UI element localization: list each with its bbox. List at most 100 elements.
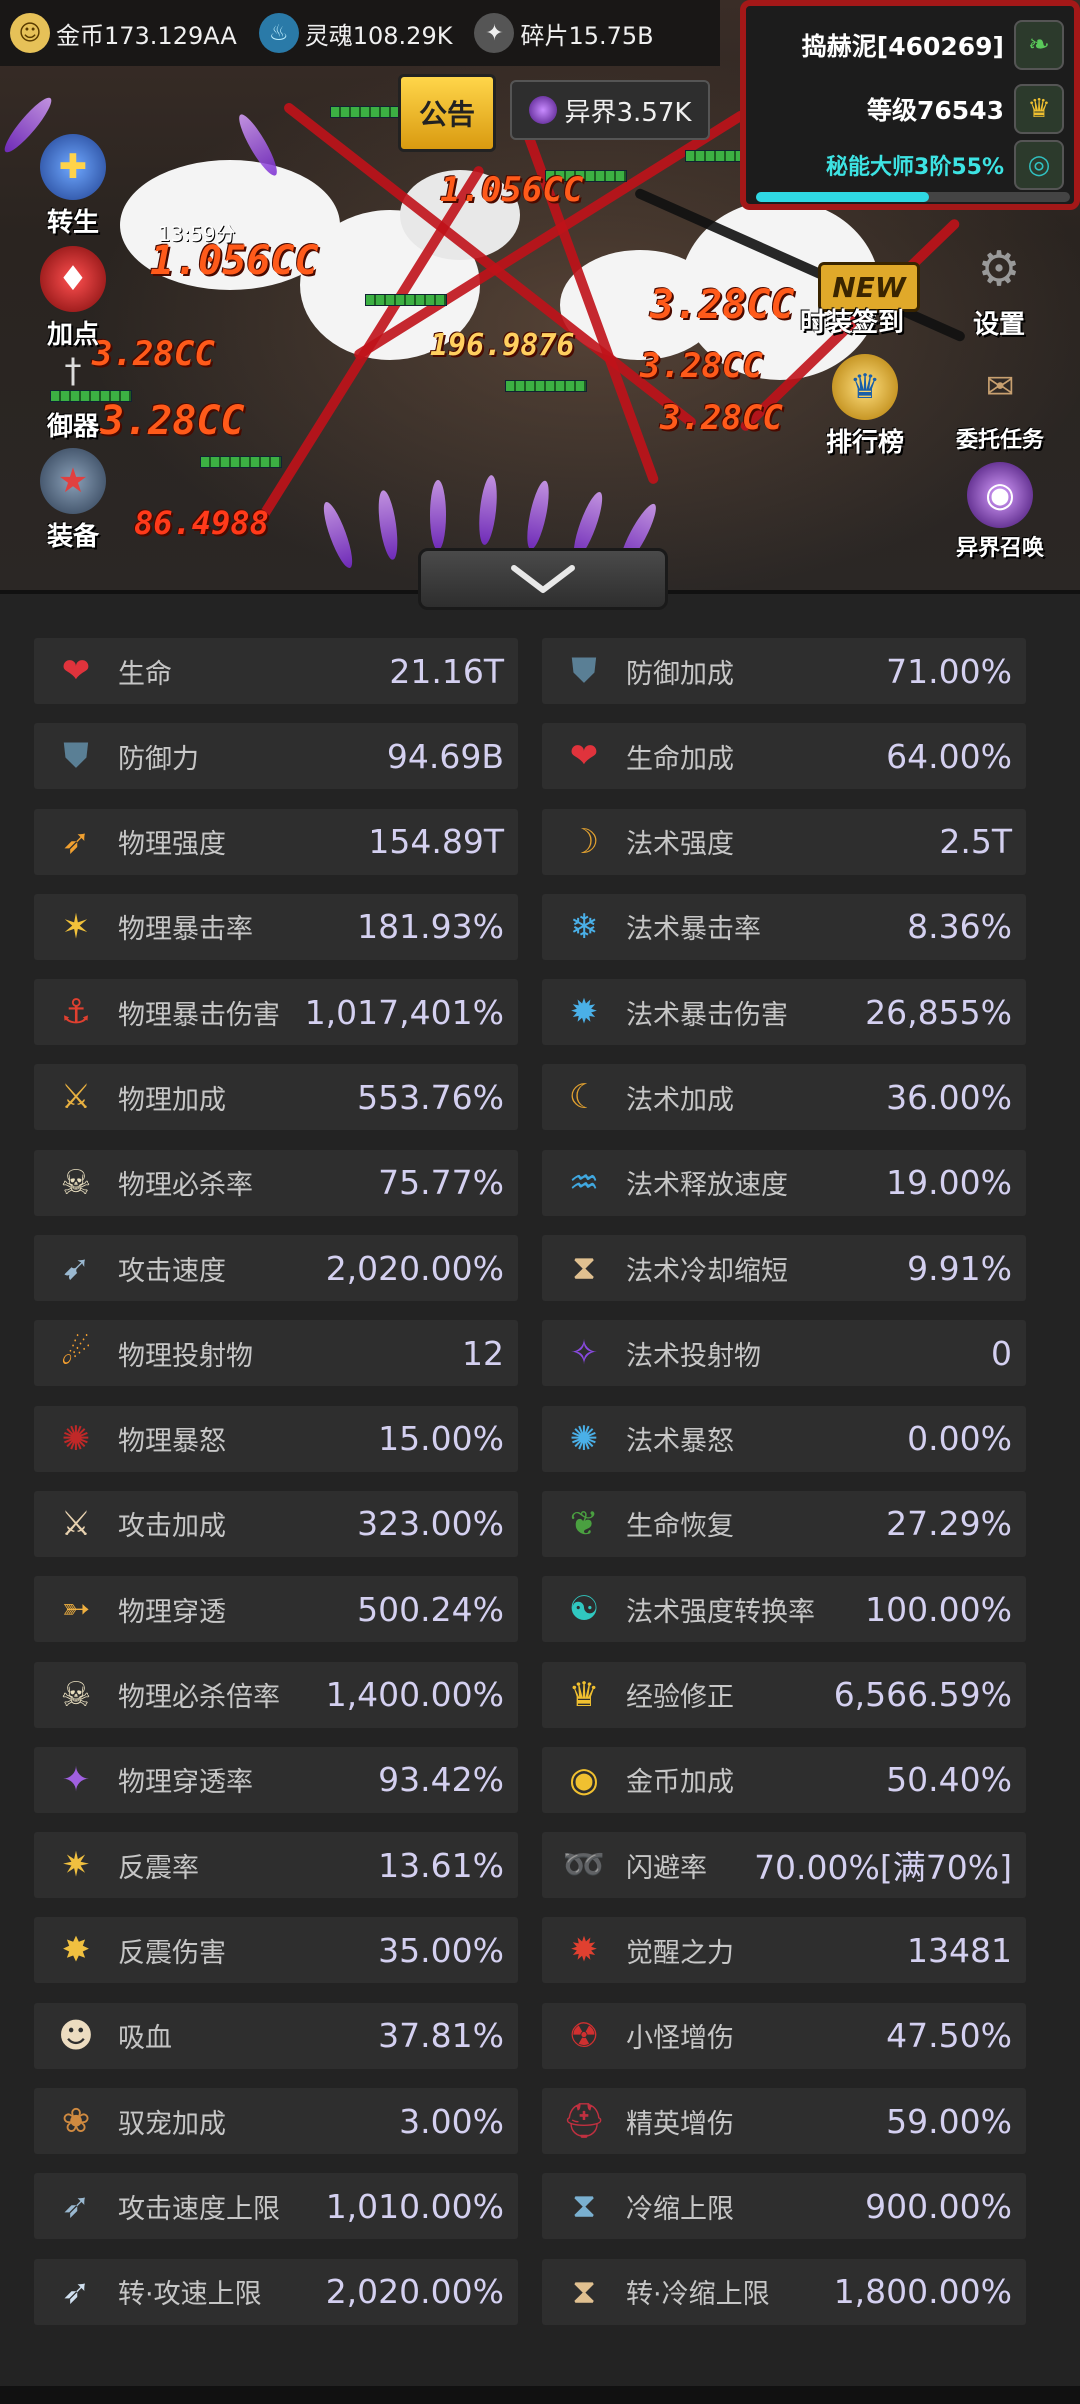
otherworld-summon-label: 异界召唤 [956, 536, 1045, 561]
timer-label: 13:59分 [158, 222, 236, 246]
stat-label: 物理强度 [118, 829, 226, 861]
stat-label: 精英增伤 [626, 2108, 734, 2140]
rebirth-label: 转生 [46, 208, 99, 238]
soul-amount: 灵魂108.29K [304, 21, 453, 50]
stat-row: ⛊ 防御力 94.69B [34, 723, 518, 790]
stat-row: ⚔ 攻击加成 323.00% [34, 1490, 518, 1557]
battle-scene: 1.056CC 1.056CC 196.9876 3.28CC 3.28CC 3… [0, 0, 1080, 590]
stat-value: 100.00% [865, 1589, 1012, 1629]
crit-damage-icon: ⚓ [60, 992, 92, 1033]
equipment-button[interactable]: ★ 装备 [40, 448, 106, 553]
notice-button[interactable]: 公告 [398, 74, 496, 152]
stat-value: 15.00% [378, 1419, 504, 1459]
stat-value: 50.40% [886, 1760, 1012, 1800]
shard-amount: 碎片15.75B [520, 21, 654, 50]
stat-label: 转·冷缩上限 [626, 2279, 770, 2311]
stat-label: 闪避率 [626, 1852, 707, 1884]
settings-button[interactable]: ⚙ 设置 [966, 236, 1032, 341]
stats-panel: ❤ 生命 21.16T ⛊ 防御力 94.69B ➶ 物理强度 154.89T ✶ 物理暴击率 181… [0, 590, 1080, 2404]
stat-label: 法术释放速度 [626, 1170, 788, 1202]
stat-row: ❀ 驭宠加成 3.00% [34, 2088, 518, 2155]
stat-value: 154.89T [368, 822, 504, 862]
player-panel[interactable]: 捣赫泥[460269] ❧ 等级76543 ♛ 秘能大师3阶55% ◎ [740, 0, 1080, 210]
stat-label: 物理穿透 [118, 1596, 226, 1628]
stat-label: 攻击速度上限 [118, 2193, 280, 2225]
feather-effect [476, 474, 500, 546]
stat-label: 物理必杀率 [118, 1170, 253, 1202]
stat-row: ☠ 物理必杀率 75.77% [34, 1149, 518, 1216]
leaf-icon: ❦ [569, 1503, 599, 1544]
stat-value: 323.00% [357, 1504, 504, 1544]
wing-icon: ❧ [1014, 20, 1064, 70]
stat-value: 1,017,401% [304, 992, 504, 1032]
sword-icon: † [64, 351, 82, 391]
stat-row: ☯ 法术强度转换率 100.00% [542, 1576, 1026, 1643]
stat-row: ⚔ 物理加成 553.76% [34, 1064, 518, 1131]
cast-speed-icon: ♒ [568, 1162, 600, 1203]
stat-value: 3.00% [399, 2101, 504, 2141]
stat-row: ☠ 物理必杀倍率 1,400.00% [34, 1661, 518, 1728]
mastery-label: 秘能大师3阶55% [826, 155, 1004, 180]
otherworld-currency[interactable]: 异界3.57K [510, 80, 710, 140]
stat-row: ❦ 生命恢复 27.29% [542, 1490, 1026, 1557]
stat-label: 金币加成 [626, 1767, 734, 1799]
attack-speed-icon: ➹ [61, 1248, 91, 1289]
stat-label: 吸血 [118, 2023, 172, 2055]
fashion-signin-button[interactable]: 时装签到 [800, 300, 904, 339]
stat-value: 37.81% [378, 2016, 504, 2056]
stat-value: 6,566.59% [833, 1675, 1012, 1715]
equipment-label: 装备 [46, 522, 99, 552]
cooldown-cap-convert-icon: ⧗ [572, 2271, 596, 2312]
rebirth-icon: ✚ [40, 134, 106, 200]
armor-icon: ★ [40, 448, 106, 514]
stat-row: ♒ 法术释放速度 19.00% [542, 1149, 1026, 1216]
stat-label: 经验修正 [626, 1682, 734, 1714]
stat-value: 2,020.00% [325, 1248, 504, 1288]
otherworld-amount: 异界3.57K [564, 97, 692, 128]
commission-button[interactable]: ✉ 委托任务 [956, 354, 1044, 454]
settings-label: 设置 [972, 310, 1025, 340]
stat-label: 物理暴击率 [118, 914, 253, 946]
gold-resource: ☺ 金币173.129AA [10, 13, 237, 53]
stat-label: 法术冷却缩短 [626, 1255, 788, 1287]
conversion-icon: ☯ [568, 1589, 600, 1630]
ranking-button[interactable]: ♛ 排行榜 [826, 354, 904, 459]
shard-icon: ✦ [474, 13, 515, 53]
rebirth-button[interactable]: ✚ 转生 [40, 134, 106, 239]
otherworld-icon [528, 96, 557, 124]
stat-value: 1,010.00% [325, 2186, 504, 2226]
crit-icon: ✶ [61, 906, 91, 947]
blood-drop-icon: ♦ [40, 246, 106, 312]
player-level-row: 等级76543 ♛ [867, 84, 1064, 134]
magic-crit-damage-icon: ✹ [569, 992, 599, 1033]
magic-strength-icon: ☽ [568, 821, 600, 862]
stat-label: 物理暴击伤害 [118, 999, 280, 1031]
enemy-health-bar [505, 380, 587, 392]
stat-label: 法术暴怒 [626, 1426, 734, 1458]
otherworld-summon-button[interactable]: ◉ 异界召唤 [956, 462, 1044, 562]
collapse-panel-button[interactable] [418, 548, 668, 610]
magic-projectile-icon: ✧ [569, 1333, 599, 1374]
artifact-label: 御器 [46, 412, 99, 442]
stat-row: ⧗ 转·冷缩上限 1,800.00% [542, 2258, 1026, 2325]
magic-plus-icon: ☾ [568, 1077, 600, 1118]
magic-rage-icon: ✺ [569, 1418, 599, 1459]
stat-row: ➳ 物理穿透 500.24% [34, 1576, 518, 1643]
elite-helmet-icon: ⛑ [562, 2101, 606, 2142]
stat-label: 反震伤害 [118, 1937, 226, 1969]
stat-row: ➶ 攻击速度上限 1,010.00% [34, 2173, 518, 2240]
shield-plus-icon: ⛊ [571, 651, 597, 691]
artifact-button[interactable]: † 御器 [40, 338, 106, 443]
cooldown-cap-icon: ⧗ [572, 2186, 596, 2227]
crown-icon: ♛ [568, 1674, 600, 1715]
stat-label: 觉醒之力 [626, 1937, 734, 1969]
stat-label: 反震率 [118, 1852, 199, 1884]
skull-icon: ☠ [60, 1162, 92, 1203]
stat-value: 181.93% [357, 907, 504, 947]
commission-label: 委托任务 [956, 428, 1045, 453]
stat-label: 攻击加成 [118, 1511, 226, 1543]
stat-label: 法术投射物 [626, 1340, 761, 1372]
stat-label: 生命 [118, 658, 172, 690]
add-points-button[interactable]: ♦ 加点 [40, 246, 106, 351]
damage-number: 3.28CC [100, 398, 245, 444]
